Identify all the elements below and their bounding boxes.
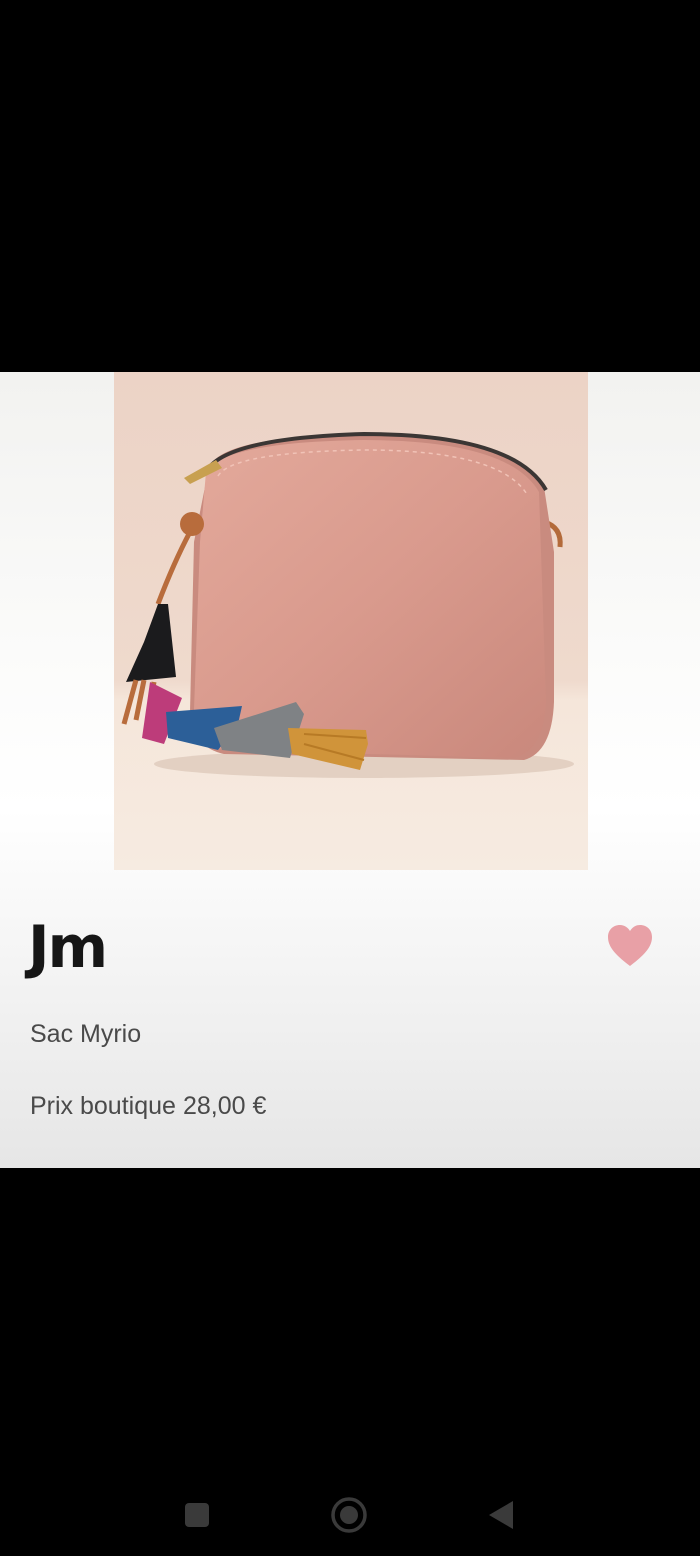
price-value: 28,00 € (182, 1092, 267, 1120)
home-button[interactable] (324, 1490, 374, 1540)
product-card: Jm Sac Myrio Prix boutique 28,00 € (0, 372, 700, 1168)
triangle-left-icon (489, 1501, 513, 1529)
favorite-button[interactable] (604, 922, 656, 970)
product-title: Sac Myrio (30, 1020, 142, 1048)
system-navigation-bar (0, 1476, 700, 1556)
square-icon (185, 1503, 209, 1527)
price-label: Prix boutique (30, 1092, 176, 1120)
product-image (114, 372, 588, 870)
heart-icon (608, 925, 652, 966)
back-button[interactable] (476, 1490, 526, 1540)
price-line: Prix boutique 28,00 € (30, 1092, 266, 1121)
circle-icon (331, 1497, 367, 1533)
brand-name: Jm (28, 913, 108, 981)
recents-button[interactable] (172, 1490, 222, 1540)
